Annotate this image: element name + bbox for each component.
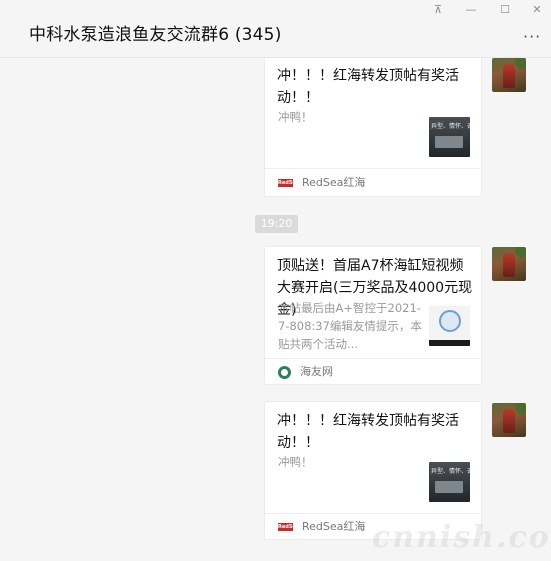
card-description: 本帖最后由A+智控于2021-7-808:37编辑友情提示，本贴共两个活动... (278, 301, 422, 351)
card-thumbnail: 异型、情怀、调板 (429, 462, 470, 502)
card-thumbnail: 异型、情怀、调板 (429, 117, 470, 157)
card-source-name: RedSea红海 (302, 520, 366, 533)
chat-header: 中科水泵造浪鱼友交流群6 (345) ⊼ — ☐ ✕ ··· (0, 0, 551, 58)
timestamp: 19:20 (255, 215, 298, 233)
link-card-message[interactable]: 顶贴送！首届A7杯海缸短视频大赛开启(三万奖品及4000元现金) 本帖最后由A+… (264, 246, 482, 385)
card-description: 冲鸭！ (278, 455, 313, 469)
card-source-name: RedSea红海 (302, 176, 366, 189)
card-thumbnail (429, 306, 470, 346)
card-source-name: 海友网 (300, 365, 333, 378)
chat-title: 中科水泵造浪鱼友交流群6 (345) (29, 25, 282, 45)
card-source: 海友网 (278, 364, 333, 380)
redsea-logo-icon: RedSea (278, 523, 300, 531)
minimize-icon[interactable]: — (463, 2, 479, 18)
watermark: cnnish.com (372, 520, 551, 555)
card-title: 冲！！！红海转发顶帖有奖活动！！ (277, 413, 459, 451)
card-source: RedSea RedSea红海 (278, 519, 365, 535)
avatar[interactable] (492, 247, 526, 281)
card-title: 冲！！！红海转发顶帖有奖活动！！ (277, 68, 459, 106)
more-options-icon[interactable]: ··· (523, 29, 545, 45)
redsea-logo-icon: RedSea (278, 179, 300, 187)
avatar[interactable] (492, 58, 526, 92)
close-icon[interactable]: ✕ (529, 2, 545, 18)
chat-message-area: 冲！！！红海转发顶帖有奖活动！！ 冲鸭！ 异型、情怀、调板 RedSeaRedS… (0, 58, 551, 561)
pin-icon[interactable]: ⊼ (430, 2, 446, 18)
haiyou-logo-icon (278, 365, 291, 379)
card-source: RedSea RedSea红海 (278, 175, 365, 191)
avatar[interactable] (492, 403, 526, 437)
maximize-icon[interactable]: ☐ (497, 2, 513, 18)
card-description: 冲鸭！ (278, 110, 313, 124)
link-card-message[interactable]: 冲！！！红海转发顶帖有奖活动！！ 冲鸭！ 异型、情怀、调板 RedSeaRedS… (264, 58, 482, 197)
